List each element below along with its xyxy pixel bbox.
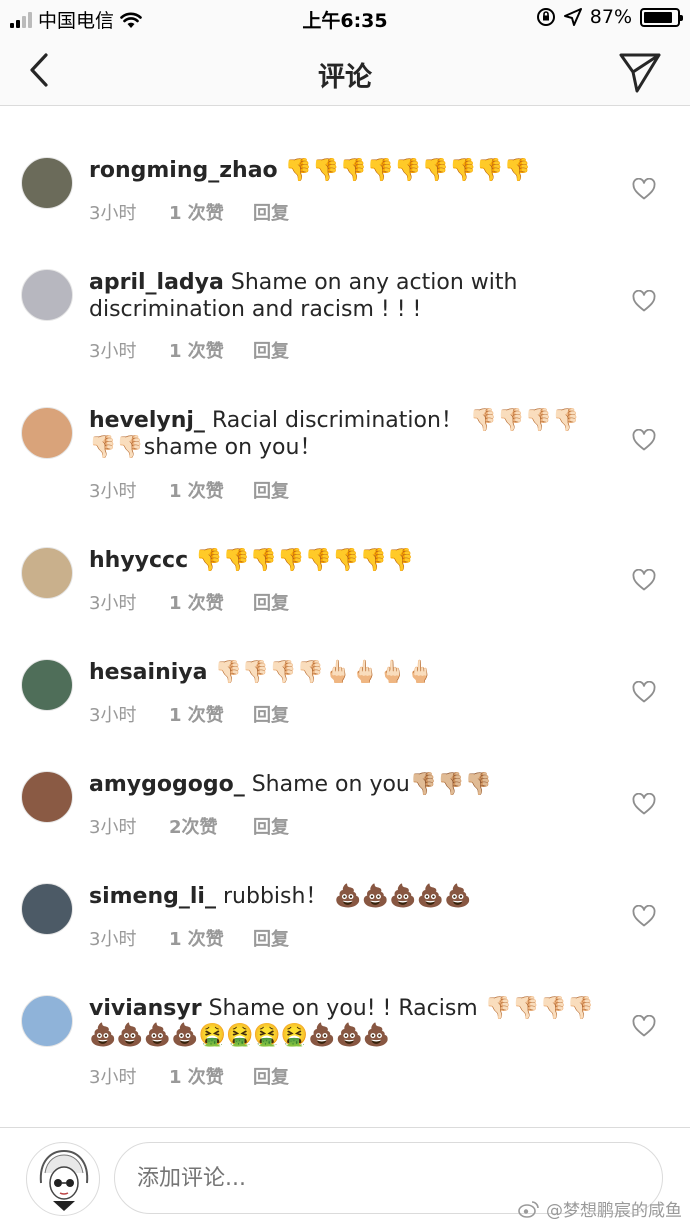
comment-composer-bar: @梦想鹏宸的咸鱼	[0, 1127, 690, 1227]
comment-username[interactable]: april_ladya	[89, 270, 224, 295]
comment-body: Shame on you👎🏼👎🏼👎🏼	[251, 772, 493, 797]
page-title: 评论	[318, 62, 372, 93]
comment-username[interactable]: hesainiya	[89, 660, 207, 685]
avatar[interactable]	[21, 771, 73, 823]
avatar-fill	[22, 884, 72, 934]
heart-icon[interactable]	[632, 178, 656, 200]
comment-likes[interactable]: 1 次赞	[169, 589, 253, 615]
battery-percentage: 87%	[589, 6, 632, 28]
avatar-illustration	[39, 1149, 89, 1211]
comment-meta: 3小时 1 次赞 回复	[89, 925, 289, 951]
comment-username[interactable]: hevelynj_	[89, 408, 205, 433]
reply-button[interactable]: 回复	[253, 925, 289, 951]
battery-icon	[640, 7, 683, 27]
my-avatar[interactable]	[26, 1142, 100, 1216]
comment-text: simeng_li_ rubbish！ 💩💩💩💩💩	[89, 883, 599, 910]
status-bar: 中国电信 上午6:35 87%	[0, 0, 690, 36]
comment-likes[interactable]: 2次赞	[169, 813, 253, 839]
avatar[interactable]	[21, 157, 73, 209]
comment-likes[interactable]: 1 次赞	[169, 199, 253, 225]
comment-time: 3小时	[89, 203, 137, 224]
weibo-icon	[518, 1200, 539, 1218]
avatar-fill	[22, 772, 72, 822]
comment-time: 3小时	[89, 593, 137, 614]
comment-meta: 3小时 1 次赞 回复	[89, 199, 289, 225]
avatar[interactable]	[21, 407, 73, 459]
comment-body: 👎👎👎👎👎👎👎👎	[195, 548, 415, 573]
avatar-fill	[22, 660, 72, 710]
comment-likes[interactable]: 1 次赞	[169, 925, 253, 951]
avatar[interactable]	[21, 269, 73, 321]
location-icon	[563, 8, 582, 26]
comment-text: rongming_zhao 👎👎👎👎👎👎👎👎👎	[89, 157, 599, 184]
comment-username[interactable]: rongming_zhao	[89, 158, 278, 183]
avatar[interactable]	[21, 883, 73, 935]
reply-button[interactable]: 回复	[253, 701, 289, 727]
heart-icon[interactable]	[632, 569, 656, 591]
reply-button[interactable]: 回复	[253, 589, 289, 615]
comment-meta: 3小时 1 次赞 回复	[89, 589, 289, 615]
comment-time: 3小时	[89, 929, 137, 950]
comment-time: 3小时	[89, 1067, 137, 1088]
comment-likes[interactable]: 1 次赞	[169, 477, 253, 503]
comment-likes[interactable]: 1 次赞	[169, 701, 253, 727]
comment-meta: 3小时 1 次赞 回复	[89, 477, 289, 503]
comment-username[interactable]: viviansyr	[89, 996, 202, 1021]
watermark: @梦想鹏宸的咸鱼	[518, 1196, 682, 1221]
comment-username[interactable]: hhyyccc	[89, 548, 188, 573]
comment-body: rubbish！ 💩💩💩💩💩	[222, 884, 472, 909]
comment-text: amygogogo_ Shame on you👎🏼👎🏼👎🏼	[89, 771, 599, 798]
comment-text: hhyyccc 👎👎👎👎👎👎👎👎	[89, 547, 599, 574]
comment-time: 3小时	[89, 817, 137, 838]
comment-meta: 3小时 1 次赞 回复	[89, 1063, 289, 1089]
avatar-fill	[22, 548, 72, 598]
comment-meta: 3小时 2次赞 回复	[89, 813, 289, 839]
comment-body: 👎🏻👎🏻👎🏻👎🏻🖕🏻🖕🏻🖕🏻🖕🏻	[214, 660, 434, 685]
heart-icon[interactable]	[632, 1015, 656, 1037]
heart-icon[interactable]	[632, 793, 656, 815]
reply-button[interactable]: 回复	[253, 813, 289, 839]
nav-header: 评论	[0, 36, 690, 106]
heart-icon[interactable]	[632, 429, 656, 451]
avatar-fill	[22, 408, 72, 458]
avatar-fill	[22, 270, 72, 320]
status-bar-right: 87%	[536, 6, 683, 28]
avatar[interactable]	[21, 659, 73, 711]
comment-meta: 3小时 1 次赞 回复	[89, 337, 289, 363]
comment-likes[interactable]: 1 次赞	[169, 1063, 253, 1089]
watermark-text: @梦想鹏宸的咸鱼	[546, 1201, 682, 1221]
comment-username[interactable]: simeng_li_	[89, 884, 216, 909]
send-direct-icon[interactable]	[618, 50, 662, 94]
avatar-fill	[22, 996, 72, 1046]
comment-username[interactable]: amygogogo_	[89, 772, 245, 797]
heart-icon[interactable]	[632, 681, 656, 703]
comment-text: april_ladya Shame on any action with dis…	[89, 269, 599, 323]
comment-time: 3小时	[89, 705, 137, 726]
orientation-lock-icon	[536, 8, 555, 26]
reply-button[interactable]: 回复	[253, 1063, 289, 1089]
comment-body: 👎👎👎👎👎👎👎👎👎	[284, 158, 532, 183]
heart-icon[interactable]	[632, 905, 656, 927]
comment-text: hesainiya 👎🏻👎🏻👎🏻👎🏻🖕🏻🖕🏻🖕🏻🖕🏻	[89, 659, 599, 686]
heart-icon[interactable]	[632, 290, 656, 312]
reply-button[interactable]: 回复	[253, 477, 289, 503]
comment-text: viviansyr Shame on you! ! Racism 👎🏻👎🏻👎🏻👎…	[89, 995, 599, 1049]
avatar-fill	[22, 158, 72, 208]
comment-time: 3小时	[89, 341, 137, 362]
comment-meta: 3小时 1 次赞 回复	[89, 701, 289, 727]
reply-button[interactable]: 回复	[253, 199, 289, 225]
reply-button[interactable]: 回复	[253, 337, 289, 363]
avatar[interactable]	[21, 995, 73, 1047]
comment-text: hevelynj_ Racial discrimination！ 👎🏻👎🏻👎🏻👎…	[89, 407, 599, 461]
avatar[interactable]	[21, 547, 73, 599]
comment-time: 3小时	[89, 481, 137, 502]
comment-likes[interactable]: 1 次赞	[169, 337, 253, 363]
